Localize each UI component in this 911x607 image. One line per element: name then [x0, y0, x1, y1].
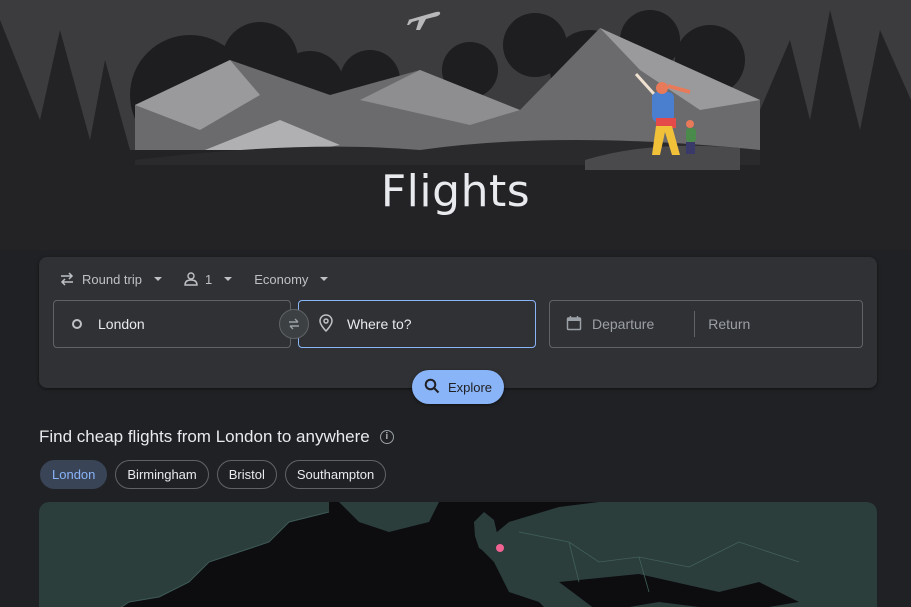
- chip-southampton[interactable]: Southampton: [284, 460, 387, 489]
- swap-arrows-icon: [59, 272, 75, 286]
- search-options-row: Round trip 1 Economy: [59, 269, 329, 289]
- origin-city-chips: London Birmingham Bristol Southampton: [40, 460, 387, 489]
- trip-type-selector[interactable]: Round trip: [59, 272, 162, 287]
- destination-placeholder: Where to?: [347, 316, 412, 332]
- swap-button[interactable]: [279, 309, 309, 339]
- flight-search-form: Round trip 1 Economy London Where to? De…: [39, 257, 877, 388]
- search-icon: [424, 378, 440, 397]
- person-icon: [184, 272, 198, 286]
- chevron-down-icon: [224, 277, 233, 281]
- destination-field[interactable]: Where to?: [298, 300, 536, 348]
- departure-field[interactable]: Departure: [592, 316, 654, 332]
- passengers-selector[interactable]: 1: [184, 271, 233, 287]
- cabin-class-selector[interactable]: Economy: [254, 271, 329, 287]
- origin-value: London: [98, 316, 145, 332]
- chip-bristol[interactable]: Bristol: [216, 460, 277, 489]
- cabin-class-label: Economy: [254, 271, 309, 287]
- explore-label: Explore: [447, 379, 493, 395]
- section-heading-text: Find cheap flights from London to anywhe…: [39, 427, 370, 446]
- trip-type-label: Round trip: [82, 271, 142, 287]
- date-range-field[interactable]: Departure Return: [549, 300, 863, 348]
- passengers-count: 1: [204, 271, 213, 287]
- circle-icon: [72, 319, 82, 329]
- origin-field[interactable]: London: [53, 300, 291, 348]
- chip-london[interactable]: London: [40, 460, 108, 489]
- chevron-down-icon: [320, 277, 329, 281]
- chip-birmingham[interactable]: Birmingham: [115, 460, 209, 489]
- london-map-marker: [496, 544, 504, 552]
- swap-icon: [289, 318, 299, 330]
- explore-button[interactable]: Explore: [412, 370, 504, 404]
- page-title: Flights: [380, 166, 531, 217]
- chevron-down-icon: [153, 277, 162, 281]
- info-icon[interactable]: i: [379, 430, 394, 444]
- calendar-icon: [550, 315, 592, 334]
- date-divider: [694, 311, 696, 337]
- section-heading: Find cheap flights from London to anywhe…: [39, 427, 394, 447]
- return-field[interactable]: Return: [708, 316, 750, 332]
- destinations-map[interactable]: [39, 502, 877, 607]
- airplane-icon: [406, 4, 442, 32]
